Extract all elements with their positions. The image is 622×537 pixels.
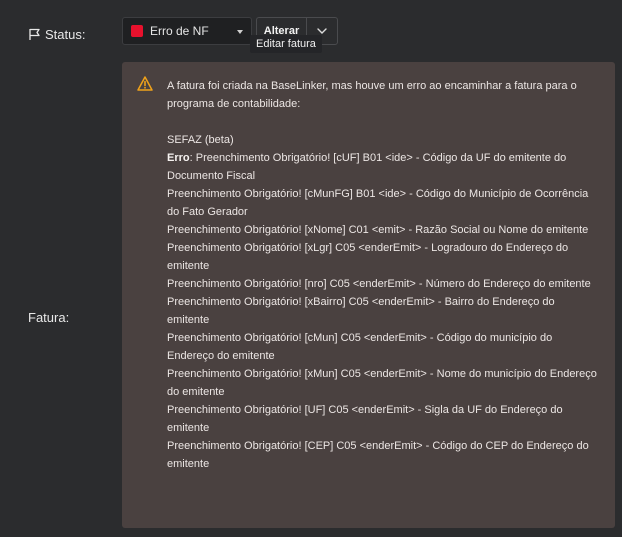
alert-error-line: Preenchimento Obrigatório! [xLgr] C05 <e…: [167, 242, 569, 272]
alert-error-line: Preenchimento Obrigatório! [CEP] C05 <en…: [167, 440, 589, 470]
invoice-label: Fatura:: [28, 310, 70, 325]
warning-icon: [137, 76, 153, 91]
alert-error-line: Preenchimento Obrigatório! [UF] C05 <end…: [167, 404, 563, 434]
alert-error-line: Preenchimento Obrigatório! [xBairro] C05…: [167, 296, 555, 326]
invoice-error-alert: A fatura foi criada na BaseLinker, mas h…: [122, 62, 615, 528]
alert-error-line: Preenchimento Obrigatório! [xNome] C01 <…: [167, 224, 589, 236]
status-color-swatch: [131, 25, 143, 37]
alert-error-line: Preenchimento Obrigatório! [cMun] C05 <e…: [167, 332, 553, 362]
alert-error-line: Preenchimento Obrigatório! [nro] C05 <en…: [167, 278, 591, 290]
alert-message: A fatura foi criada na BaseLinker, mas h…: [167, 77, 597, 473]
error-prefix: Erro: [167, 152, 190, 164]
chevron-down-icon: [317, 28, 327, 34]
alert-error-line: Preenchimento Obrigatório! [cMunFG] B01 …: [167, 188, 589, 218]
alert-intro: A fatura foi criada na BaseLinker, mas h…: [167, 80, 577, 110]
status-select-value: Erro de NF: [150, 24, 209, 38]
status-label-text: Status:: [45, 27, 86, 42]
alert-source: SEFAZ (beta): [167, 134, 234, 146]
status-select[interactable]: Erro de NF: [122, 17, 252, 45]
flag-icon: [29, 28, 40, 40]
caret-down-icon: [237, 30, 243, 34]
status-row: Status: Erro de NF Alterar Editar fatura: [0, 0, 622, 62]
alert-error-line: Preenchimento Obrigatório! [xMun] C05 <e…: [167, 368, 597, 398]
alert-error-line: Erro: Preenchimento Obrigatório! [cUF] B…: [167, 152, 567, 182]
edit-invoice-tooltip: Editar fatura: [250, 35, 322, 53]
status-label: Status:: [28, 27, 85, 42]
